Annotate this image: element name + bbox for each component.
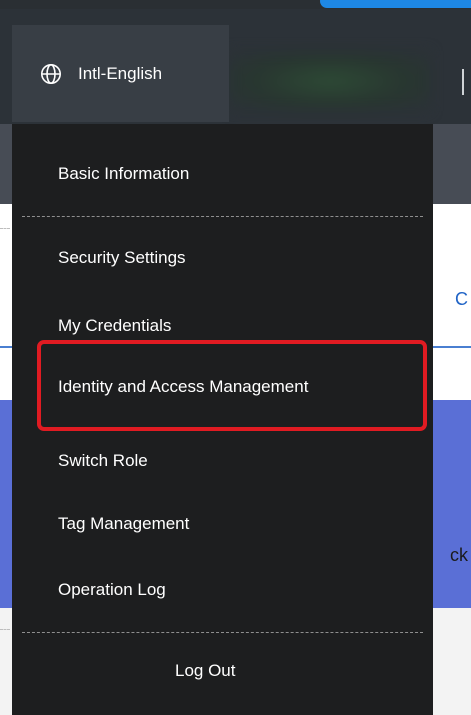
header-edge-mark [462, 69, 464, 95]
menu-item-identity-access-management[interactable]: Identity and Access Management [58, 377, 308, 397]
header-background-glow [230, 51, 430, 111]
background-dash-bottom [0, 629, 10, 630]
menu-item-my-credentials[interactable]: My Credentials [58, 316, 171, 336]
background-partial-text: ck [450, 545, 468, 565]
top-blue-pill [320, 0, 471, 8]
menu-separator-top [22, 216, 423, 217]
account-dropdown-menu: Basic Information Security Settings My C… [12, 124, 433, 715]
menu-item-operation-log[interactable]: Operation Log [58, 580, 166, 600]
logout-button[interactable]: Log Out [175, 661, 236, 681]
menu-item-switch-role[interactable]: Switch Role [58, 451, 148, 471]
menu-item-basic-information[interactable]: Basic Information [58, 164, 189, 184]
globe-icon [40, 63, 62, 85]
language-selector[interactable]: Intl-English [12, 25, 229, 122]
menu-separator-bottom [22, 632, 423, 633]
top-strip [0, 0, 471, 9]
background-partial-link[interactable]: C [455, 289, 468, 310]
menu-item-tag-management[interactable]: Tag Management [58, 514, 189, 534]
language-label: Intl-English [78, 63, 163, 83]
menu-item-security-settings[interactable]: Security Settings [58, 248, 186, 268]
background-dash-top [0, 228, 10, 229]
